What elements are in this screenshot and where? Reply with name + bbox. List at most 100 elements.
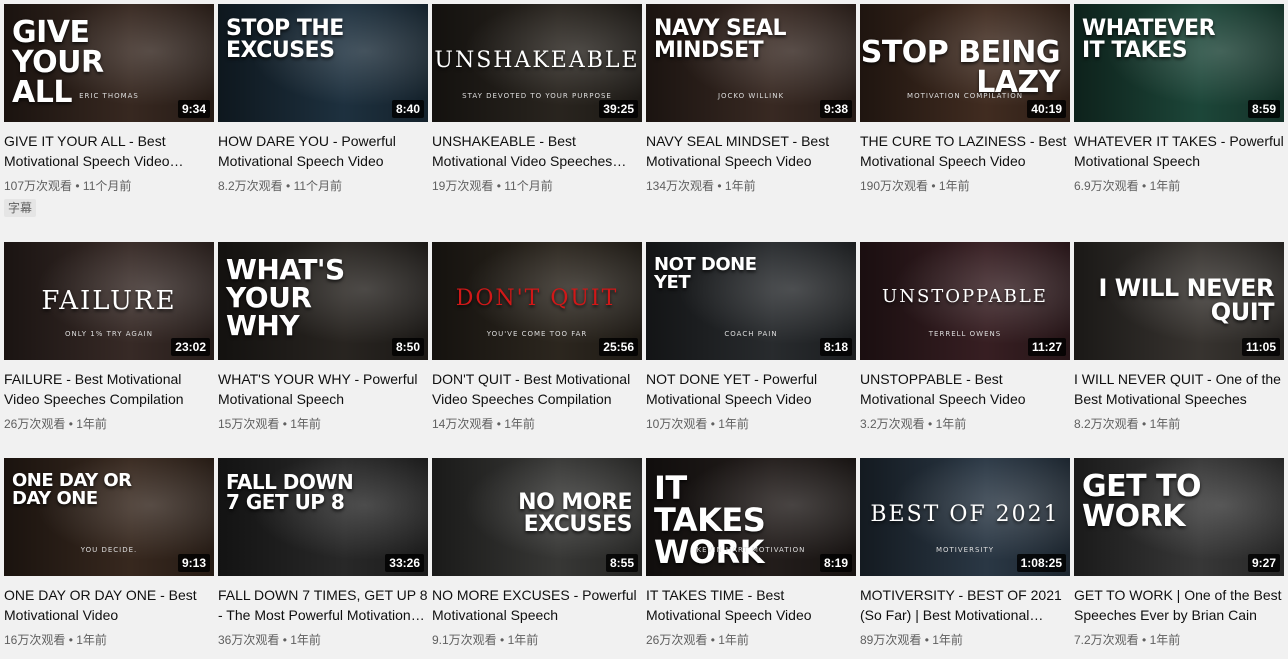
upload-age: 11个月前 xyxy=(82,179,132,193)
thumbnail-subtext: ERIC THOMAS xyxy=(79,92,139,100)
video-card[interactable]: WHATEVER IT TAKES 8:59 WHATEVER IT TAKES -… xyxy=(1074,4,1284,194)
view-count: 6.9万次观看 xyxy=(1074,179,1139,193)
video-metadata: 107万次观看 • 11个月前 xyxy=(4,178,214,194)
video-title[interactable]: WHATEVER IT TAKES - Powerful Motivationa… xyxy=(1074,131,1284,171)
meta-separator: • xyxy=(1138,633,1150,647)
video-thumbnail[interactable]: IT TAKES WORK KEVIN HART MOTIVATION 8:19 xyxy=(646,458,856,576)
view-count: 8.2万次观看 xyxy=(218,179,283,193)
video-card[interactable]: STOP BEING LAZY MOTIVATION COMPILATION 40:… xyxy=(860,4,1070,194)
thumbnail-subtext: YOU DECIDE. xyxy=(80,546,138,554)
video-card[interactable]: WHAT'S YOUR WHY 8:50 WHAT'S YOUR WHY - Pow… xyxy=(218,242,428,432)
video-thumbnail[interactable]: ONE DAY OR DAY ONE YOU DECIDE. 9:13 xyxy=(4,458,214,576)
video-title[interactable]: NO MORE EXCUSES - Powerful Motivational … xyxy=(432,585,642,625)
thumbnail-overlay-text: UNSTOPPABLE xyxy=(882,286,1048,307)
video-card[interactable]: IT TAKES WORK KEVIN HART MOTIVATION 8:19 IT… xyxy=(646,458,856,648)
view-count: 8.2万次观看 xyxy=(1074,417,1139,431)
thumbnail-overlay-text: NOT DONE YET xyxy=(654,254,757,293)
video-metadata: 89万次观看 • 1年前 xyxy=(860,632,1070,648)
video-card[interactable]: NO MORE EXCUSES 8:55 NO MORE EXCUSES - Pow… xyxy=(432,458,642,648)
thumbnail-subtext: YOU'VE COME TOO FAR xyxy=(486,330,588,338)
video-title[interactable]: NOT DONE YET - Powerful Motivational Spe… xyxy=(646,369,856,409)
video-metadata: 134万次观看 • 1年前 xyxy=(646,178,856,194)
video-card[interactable]: ONE DAY OR DAY ONE YOU DECIDE. 9:13 ONE DAY… xyxy=(4,458,214,648)
video-metadata: 19万次观看 • 11个月前 xyxy=(432,178,642,194)
duration-badge: 9:13 xyxy=(177,554,210,572)
video-card[interactable]: BEST OF 2021 MOTIVERSITY 1:08:25 MOTIVERSIT… xyxy=(860,458,1070,648)
subtitles-badge: 字幕 xyxy=(4,199,37,217)
thumbnail-overlay-text: NO MORE EXCUSES xyxy=(518,490,632,537)
thumbnail-overlay-text: GET TO WORK xyxy=(1082,469,1202,534)
meta-separator: • xyxy=(924,417,936,431)
video-title[interactable]: DON'T QUIT - Best Motivational Video Spe… xyxy=(432,369,642,409)
thumbnail-subtext: ONLY 1% TRY AGAIN xyxy=(65,330,153,338)
video-thumbnail[interactable]: FALL DOWN 7 GET UP 8 33:26 xyxy=(218,458,428,576)
video-title[interactable]: NAVY SEAL MINDSET - Best Motivational Sp… xyxy=(646,131,856,171)
upload-age: 1年前 xyxy=(290,633,321,647)
video-thumbnail[interactable]: FAILURE ONLY 1% TRY AGAIN 23:02 xyxy=(4,242,214,360)
video-card[interactable]: I WILL NEVER QUIT 11:05 I WILL NEVER QUIT … xyxy=(1074,242,1284,432)
video-thumbnail[interactable]: STOP BEING LAZY MOTIVATION COMPILATION 40:… xyxy=(860,4,1070,122)
video-thumbnail[interactable]: WHATEVER IT TAKES 8:59 xyxy=(1074,4,1284,122)
video-title[interactable]: FAILURE - Best Motivational Video Speech… xyxy=(4,369,214,409)
video-title[interactable]: IT TAKES TIME - Best Motivational Speech… xyxy=(646,585,856,625)
video-title[interactable]: UNSHAKEABLE - Best Motivational Video Sp… xyxy=(432,131,642,171)
video-title[interactable]: GIVE IT YOUR ALL - Best Motivational Spe… xyxy=(4,131,214,171)
meta-separator: • xyxy=(928,179,939,193)
video-thumbnail[interactable]: BEST OF 2021 MOTIVERSITY 1:08:25 xyxy=(860,458,1070,576)
video-card[interactable]: UNSTOPPABLE TERRELL OWENS 11:27 UNSTOPPABLE… xyxy=(860,242,1070,432)
duration-badge: 8:40 xyxy=(391,100,424,118)
meta-separator: • xyxy=(279,417,291,431)
video-card[interactable]: NOT DONE YET COACH PAIN 8:18 NOT DONE YET -… xyxy=(646,242,856,432)
video-card[interactable]: GIVE YOUR ALL ERIC THOMAS 9:34 GIVE IT YOUR… xyxy=(4,4,214,217)
video-thumbnail[interactable]: GET TO WORK 9:27 xyxy=(1074,458,1284,576)
thumbnail-subtext: STAY DEVOTED TO YOUR PURPOSE xyxy=(462,92,612,100)
video-title[interactable]: FALL DOWN 7 TIMES, GET UP 8 - The Most P… xyxy=(218,585,428,625)
meta-separator: • xyxy=(1138,417,1150,431)
view-count: 36万次观看 xyxy=(218,633,280,647)
video-thumbnail[interactable]: NOT DONE YET COACH PAIN 8:18 xyxy=(646,242,856,360)
video-thumbnail[interactable]: GIVE YOUR ALL ERIC THOMAS 9:34 xyxy=(4,4,214,122)
video-title[interactable]: MOTIVERSITY - BEST OF 2021 (So Far) | Be… xyxy=(860,585,1070,625)
video-thumbnail[interactable]: NO MORE EXCUSES 8:55 xyxy=(432,458,642,576)
video-metadata: 8.2万次观看 • 1年前 xyxy=(1074,416,1284,432)
duration-badge: 9:34 xyxy=(177,100,210,118)
video-title[interactable]: WHAT'S YOUR WHY - Powerful Motivational … xyxy=(218,369,428,409)
video-thumbnail[interactable]: UNSHAKEABLE STAY DEVOTED TO YOUR PURPOSE 3… xyxy=(432,4,642,122)
video-title[interactable]: UNSTOPPABLE - Best Motivational Speech V… xyxy=(860,369,1070,409)
thumbnail-overlay-text: WHATEVER IT TAKES xyxy=(1082,16,1216,63)
video-title[interactable]: ONE DAY OR DAY ONE - Best Motivational V… xyxy=(4,585,214,625)
thumbnail-overlay-text: NAVY SEAL MINDSET xyxy=(654,16,786,63)
video-card[interactable]: DON'T QUIT YOU'VE COME TOO FAR 25:56 DON'T … xyxy=(432,242,642,432)
video-card[interactable]: NAVY SEAL MINDSET JOCKO WILLINK 9:38 NAVY S… xyxy=(646,4,856,194)
duration-badge: 11:27 xyxy=(1027,338,1066,356)
thumbnail-overlay-text: ONE DAY OR DAY ONE xyxy=(12,470,132,509)
video-thumbnail[interactable]: NAVY SEAL MINDSET JOCKO WILLINK 9:38 xyxy=(646,4,856,122)
video-title[interactable]: THE CURE TO LAZINESS - Best Motivational… xyxy=(860,131,1070,171)
video-metadata: 15万次观看 • 1年前 xyxy=(218,416,428,432)
video-card[interactable]: UNSHAKEABLE STAY DEVOTED TO YOUR PURPOSE 3… xyxy=(432,4,642,194)
video-title[interactable]: I WILL NEVER QUIT - One of the Best Moti… xyxy=(1074,369,1284,409)
video-thumbnail[interactable]: STOP THE EXCUSES 8:40 xyxy=(218,4,428,122)
video-thumbnail[interactable]: DON'T QUIT YOU'VE COME TOO FAR 25:56 xyxy=(432,242,642,360)
meta-separator: • xyxy=(493,417,505,431)
duration-badge: 9:27 xyxy=(1247,554,1280,572)
upload-age: 11个月前 xyxy=(504,179,553,193)
video-card[interactable]: GET TO WORK 9:27 GET TO WORK | One of the … xyxy=(1074,458,1284,648)
video-title[interactable]: GET TO WORK | One of the Best Speeches E… xyxy=(1074,585,1284,625)
video-title[interactable]: HOW DARE YOU - Powerful Motivational Spe… xyxy=(218,131,428,171)
video-card[interactable]: FALL DOWN 7 GET UP 8 33:26 FALL DOWN 7 TIM… xyxy=(218,458,428,648)
thumbnail-overlay-text: I WILL NEVER QUIT xyxy=(1098,274,1274,326)
video-card[interactable]: STOP THE EXCUSES 8:40 HOW DARE YOU - Power… xyxy=(218,4,428,194)
video-metadata: 10万次观看 • 1年前 xyxy=(646,416,856,432)
view-count: 7.2万次观看 xyxy=(1074,633,1139,647)
video-thumbnail[interactable]: I WILL NEVER QUIT 11:05 xyxy=(1074,242,1284,360)
view-count: 26万次观看 xyxy=(646,633,708,647)
view-count: 134万次观看 xyxy=(646,179,715,193)
view-count: 107万次观看 xyxy=(4,179,73,193)
upload-age: 1年前 xyxy=(1149,179,1181,193)
video-card[interactable]: FAILURE ONLY 1% TRY AGAIN 23:02 FAILURE - B… xyxy=(4,242,214,432)
upload-age: 1年前 xyxy=(724,179,756,193)
video-thumbnail[interactable]: WHAT'S YOUR WHY 8:50 xyxy=(218,242,428,360)
video-thumbnail[interactable]: UNSTOPPABLE TERRELL OWENS 11:27 xyxy=(860,242,1070,360)
thumbnail-subtext: KEVIN HART MOTIVATION xyxy=(696,546,806,554)
